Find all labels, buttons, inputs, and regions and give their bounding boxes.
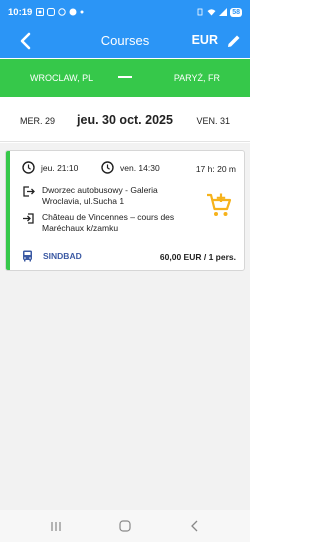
next-day-button[interactable]: VEN. 31 [196, 116, 230, 126]
departure-stop: Dworzec autobusowy - Galeria Wroclavia, … [42, 185, 158, 206]
ticket-price: 60,00 EUR / 1 pers. [159, 252, 236, 262]
notification-icons [36, 8, 84, 16]
clock-icon [22, 161, 35, 174]
arrival-stop: Château de Vincennes – cours des Marécha… [42, 212, 175, 233]
date-navigation: MER. 29 jeu. 30 oct. 2025 VEN. 31 [0, 100, 250, 142]
wifi-icon [207, 9, 216, 16]
exit-icon [23, 186, 35, 197]
status-bar: 10:19 58 [0, 0, 250, 24]
departure-time: jeu. 21:10 [41, 162, 79, 173]
arrival-time: ven. 14:30 [120, 162, 160, 173]
status-time: 10:19 [8, 6, 33, 18]
add-to-cart-icon[interactable] [206, 192, 232, 218]
message-icon [69, 8, 77, 16]
departure-time-row: jeu. 21:10 [22, 161, 78, 174]
route-origin: WROCLAW, PL [30, 73, 94, 83]
sync-icon [58, 8, 67, 16]
cast-icon [47, 8, 56, 16]
bus-icon [23, 250, 32, 262]
departure-stop-row: Dworzec autobusowy - Galeria Wroclavia, … [22, 185, 192, 207]
trip-duration: 17 h: 20 m [195, 164, 236, 174]
route-bar: WROCLAW, PL PARYŻ, FR [0, 59, 250, 97]
app-bar: Courses EUR [0, 24, 250, 58]
battery-indicator: 58 [230, 7, 242, 17]
vibrate-icon [197, 8, 203, 16]
dot-icon [80, 10, 84, 14]
pencil-icon[interactable] [226, 33, 242, 49]
home-icon[interactable] [119, 520, 131, 532]
route-separator [118, 76, 132, 78]
operator-name: SINDBAD [43, 251, 82, 261]
result-card[interactable]: jeu. 21:10 ven. 14:30 17 h: 20 m Dworzec… [5, 150, 245, 271]
clock-icon [101, 161, 114, 174]
card-status-stripe [6, 151, 10, 270]
recent-apps-icon[interactable] [50, 521, 62, 532]
arrival-time-row: ven. 14:30 [101, 161, 160, 174]
operator-row: SINDBAD [22, 250, 82, 262]
photo-icon [36, 8, 45, 16]
back-nav-icon[interactable] [190, 520, 200, 532]
currency-selector[interactable]: EUR [192, 33, 218, 47]
signal-icon [219, 8, 228, 16]
enter-icon [23, 213, 34, 224]
arrival-stop-row: Château de Vincennes – cours des Marécha… [22, 212, 192, 234]
system-navigation-bar [0, 510, 250, 542]
route-destination: PARYŻ, FR [173, 73, 220, 83]
